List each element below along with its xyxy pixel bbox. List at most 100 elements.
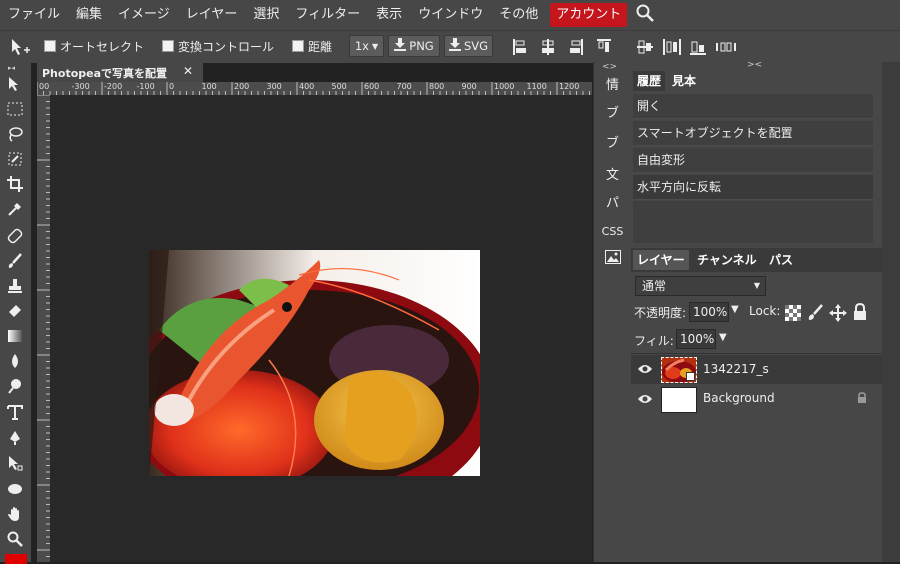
lasso-tool-icon[interactable] bbox=[5, 124, 25, 144]
auto-select-label: オートセレクト bbox=[60, 40, 145, 54]
align-center-h-icon[interactable] bbox=[541, 39, 555, 59]
close-icon[interactable]: ✕ bbox=[183, 64, 193, 78]
document-tab[interactable]: Photopeaで写真を配置 ✕ bbox=[37, 62, 203, 82]
toolbox-collapse-handle[interactable]: ▸◂ bbox=[8, 64, 15, 72]
transform-controls-checkbox[interactable] bbox=[162, 40, 174, 52]
brush-presets-panel-button[interactable]: ブ bbox=[594, 132, 631, 151]
history-item-current[interactable]: 水平方向に反転 bbox=[633, 175, 873, 200]
info-panel-button[interactable]: 情 bbox=[594, 74, 631, 93]
marquee-tool-icon[interactable] bbox=[5, 99, 25, 119]
stamp-tool-icon[interactable] bbox=[5, 276, 25, 296]
lock-transparency-icon[interactable] bbox=[785, 305, 801, 325]
right-panel: >< 履歴 見本 開く スマートオブジェクトを配置 自由変形 水平方向に反転 レ… bbox=[631, 60, 882, 562]
zoom-value: 1x bbox=[354, 39, 369, 53]
opacity-label: 不透明度: bbox=[634, 306, 687, 320]
divider bbox=[631, 353, 882, 354]
paragraph-panel-button[interactable]: パ bbox=[594, 192, 631, 211]
align-left-icon[interactable] bbox=[513, 39, 527, 59]
distribute-h-icon[interactable] bbox=[716, 39, 736, 59]
download-icon bbox=[394, 38, 407, 54]
ruler-label: 800 bbox=[429, 82, 445, 91]
layer-row-selected[interactable]: 1342217_s bbox=[631, 355, 882, 384]
dodge-tool-icon[interactable] bbox=[5, 376, 25, 396]
eye-icon[interactable] bbox=[637, 363, 653, 378]
tab-layers[interactable]: レイヤー bbox=[633, 250, 689, 270]
brush-tool-icon[interactable] bbox=[5, 251, 25, 271]
brush-panel-button[interactable]: ブ bbox=[594, 102, 631, 121]
placed-photo[interactable] bbox=[149, 250, 480, 476]
quick-select-tool-icon[interactable] bbox=[5, 149, 25, 169]
menu-select[interactable]: 選択 bbox=[245, 0, 287, 30]
distance-checkbox[interactable] bbox=[292, 40, 304, 52]
tab-paths[interactable]: パス bbox=[765, 250, 797, 270]
foreground-color-swatch[interactable] bbox=[5, 554, 27, 564]
blur-tool-icon[interactable] bbox=[5, 351, 25, 371]
auto-select-checkbox[interactable] bbox=[44, 40, 56, 52]
menu-edit[interactable]: 編集 bbox=[68, 0, 110, 30]
lock-all-icon[interactable] bbox=[853, 302, 867, 325]
menu-file[interactable]: ファイル bbox=[0, 0, 68, 30]
ruler-label: 00 bbox=[39, 82, 50, 91]
download-icon bbox=[448, 38, 461, 54]
layer-row[interactable]: Background bbox=[631, 384, 882, 413]
css-panel-button[interactable]: CSS bbox=[594, 225, 631, 238]
crop-tool-icon[interactable] bbox=[5, 174, 25, 194]
export-png-label: PNG bbox=[409, 39, 434, 53]
tab-channels[interactable]: チャンネル bbox=[693, 250, 761, 270]
eraser-tool-icon[interactable] bbox=[5, 301, 25, 321]
panel-scrollbar[interactable] bbox=[882, 62, 900, 562]
ruler-label: -300 bbox=[71, 82, 90, 91]
ruler-label: 700 bbox=[396, 82, 412, 91]
opacity-field[interactable]: 100% bbox=[689, 302, 729, 322]
align-top-icon[interactable] bbox=[597, 39, 611, 59]
ellipse-tool-icon[interactable] bbox=[5, 479, 25, 499]
export-png-button[interactable]: PNG bbox=[388, 35, 440, 57]
type-tool-icon[interactable] bbox=[5, 402, 25, 422]
menu-more[interactable]: その他 bbox=[491, 0, 546, 30]
history-item[interactable]: スマートオブジェクトを配置 bbox=[633, 121, 873, 146]
menu-window[interactable]: ウインドウ bbox=[410, 0, 491, 30]
menu-layer[interactable]: レイヤー bbox=[178, 0, 246, 30]
tab-swatches[interactable]: 見本 bbox=[668, 71, 700, 91]
history-item[interactable]: 開く bbox=[633, 94, 873, 119]
right-panel-collapse[interactable]: >< bbox=[747, 60, 762, 70]
align-bottom-icon[interactable] bbox=[690, 39, 706, 59]
ruler-label: 0 bbox=[169, 82, 175, 91]
fill-dropdown-icon[interactable]: ▼ bbox=[719, 332, 727, 343]
eye-icon[interactable] bbox=[637, 393, 653, 408]
zoom-select[interactable]: 1x ▼ bbox=[349, 35, 384, 57]
toolbox: ▸◂ bbox=[0, 62, 31, 564]
document-tab-title: Photopeaで写真を配置 bbox=[42, 67, 168, 80]
hand-tool-icon[interactable] bbox=[5, 504, 25, 524]
align-right-icon[interactable] bbox=[569, 39, 583, 59]
lock-brush-icon[interactable] bbox=[807, 304, 823, 326]
gradient-tool-icon[interactable] bbox=[5, 326, 25, 346]
healing-brush-tool-icon[interactable] bbox=[5, 226, 25, 246]
zoom-tool-icon[interactable] bbox=[5, 529, 25, 549]
ruler-label: 900 bbox=[461, 82, 477, 91]
distribute-icon[interactable] bbox=[663, 39, 681, 59]
options-bar: オートセレクト 変換コントロール 距離 1x ▼ PNG SVG bbox=[0, 30, 900, 63]
pen-tool-icon[interactable] bbox=[5, 428, 25, 448]
align-middle-icon[interactable] bbox=[637, 39, 653, 59]
menu-view[interactable]: 表示 bbox=[368, 0, 410, 30]
move-tool-icon[interactable] bbox=[5, 74, 25, 94]
image-panel-icon[interactable] bbox=[594, 250, 631, 268]
lock-move-icon[interactable] bbox=[829, 304, 847, 326]
history-item[interactable]: 自由変形 bbox=[633, 148, 873, 173]
export-svg-button[interactable]: SVG bbox=[444, 35, 493, 57]
mini-panel-collapse[interactable]: <> bbox=[602, 62, 617, 72]
ruler-label: 1300 bbox=[592, 82, 593, 92]
eyedropper-tool-icon[interactable] bbox=[5, 199, 25, 219]
path-select-tool-icon[interactable] bbox=[5, 453, 25, 473]
blend-mode-select[interactable]: 通常 ▼ bbox=[635, 276, 766, 296]
tab-history[interactable]: 履歴 bbox=[633, 71, 666, 91]
search-icon[interactable] bbox=[635, 3, 655, 27]
character-panel-button[interactable]: 文 bbox=[594, 164, 631, 183]
account-button[interactable]: アカウント bbox=[550, 3, 628, 27]
menu-filter[interactable]: フィルター bbox=[287, 0, 368, 30]
menu-image[interactable]: イメージ bbox=[110, 0, 178, 30]
opacity-dropdown-icon[interactable]: ▼ bbox=[731, 304, 739, 315]
fill-field[interactable]: 100% bbox=[676, 329, 716, 349]
ruler-label: 400 bbox=[299, 82, 315, 91]
